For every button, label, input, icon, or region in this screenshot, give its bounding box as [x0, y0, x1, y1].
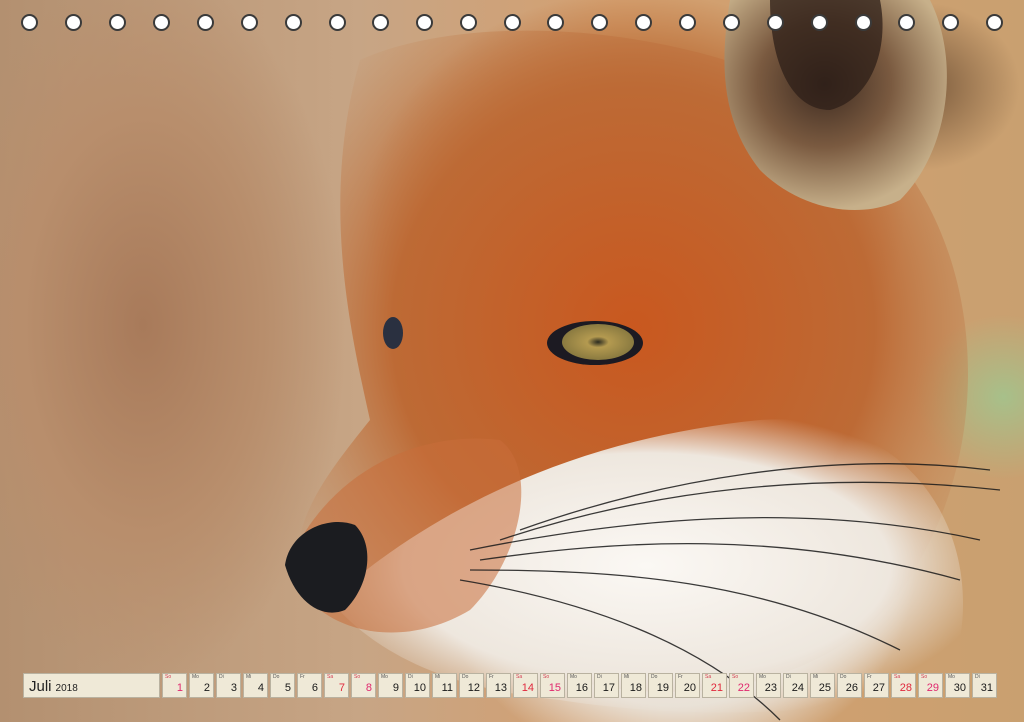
binding-hole	[855, 14, 872, 31]
binding-hole	[898, 14, 915, 31]
day-cell: Mo 2	[189, 673, 214, 698]
binding-hole	[942, 14, 959, 31]
day-cell: Fr 27	[864, 673, 889, 698]
binding-hole	[504, 14, 521, 31]
day-cell: So 8	[351, 673, 376, 698]
day-cell: Mi 4	[243, 673, 268, 698]
day-cell: Mo 30	[945, 673, 970, 698]
day-cell: Do 26	[837, 673, 862, 698]
day-cell: Sa 28	[891, 673, 916, 698]
day-cell: So 22	[729, 673, 754, 698]
day-cell: Do 12	[459, 673, 484, 698]
day-cell: Mo 9	[378, 673, 403, 698]
month-name: Juli	[29, 678, 52, 695]
day-cell: Di 31	[972, 673, 997, 698]
day-cell: Di 17	[594, 673, 619, 698]
day-cell: Mi 18	[621, 673, 646, 698]
binding-hole	[416, 14, 433, 31]
day-cell: Mi 11	[432, 673, 457, 698]
binding-hole	[986, 14, 1003, 31]
day-cell: Di 10	[405, 673, 430, 698]
day-cell: Do 19	[648, 673, 673, 698]
binding-hole	[65, 14, 82, 31]
binding-hole	[767, 14, 784, 31]
calendar-strip: Juli 2018 So 1 Mo 2 Di 3 Mi 4 Do 5 Fr 6 Sa 7 So…	[23, 673, 997, 698]
day-cell: So 29	[918, 673, 943, 698]
day-cell: Fr 13	[486, 673, 511, 698]
day-cell: Mo 16	[567, 673, 592, 698]
binding-hole	[109, 14, 126, 31]
binding-hole	[21, 14, 38, 31]
binding-hole	[372, 14, 389, 31]
day-cell: Di 3	[216, 673, 241, 698]
day-cell: So 1	[162, 673, 187, 698]
binding-hole	[811, 14, 828, 31]
binding-hole	[591, 14, 608, 31]
binding-hole	[241, 14, 258, 31]
day-cell: Sa 21	[702, 673, 727, 698]
day-cell: Sa 7	[324, 673, 349, 698]
year: 2018	[55, 683, 78, 694]
day-cell: Di 24	[783, 673, 808, 698]
binding-hole	[153, 14, 170, 31]
binding-hole	[635, 14, 652, 31]
day-cell: So 15	[540, 673, 565, 698]
spiral-binding-holes	[0, 0, 1024, 48]
day-cell: Mo 23	[756, 673, 781, 698]
day-cell: Do 5	[270, 673, 295, 698]
binding-hole	[329, 14, 346, 31]
binding-hole	[679, 14, 696, 31]
day-cell: Sa 14	[513, 673, 538, 698]
fox-illustration	[285, 0, 1001, 721]
fox-eye-left	[383, 317, 403, 349]
binding-hole	[197, 14, 214, 31]
day-cell: Fr 6	[297, 673, 322, 698]
day-cell: Fr 20	[675, 673, 700, 698]
month-label-cell: Juli 2018	[23, 673, 160, 698]
binding-hole	[285, 14, 302, 31]
binding-hole	[460, 14, 477, 31]
binding-hole	[547, 14, 564, 31]
day-cell: Mi 25	[810, 673, 835, 698]
fox-photo	[0, 0, 1024, 722]
binding-hole	[723, 14, 740, 31]
